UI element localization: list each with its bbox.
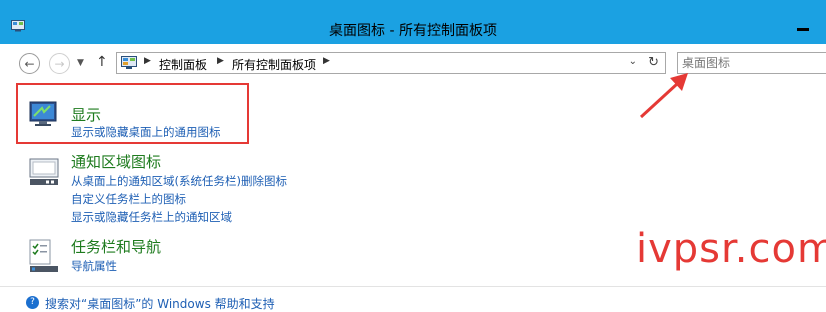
windows-help-link[interactable]: 搜索对“桌面图标”的 Windows 帮助和支持 <box>45 295 275 312</box>
watermark: ivpsr.com <box>636 226 826 272</box>
separator <box>0 286 826 287</box>
help-icon[interactable]: ? <box>26 296 39 309</box>
